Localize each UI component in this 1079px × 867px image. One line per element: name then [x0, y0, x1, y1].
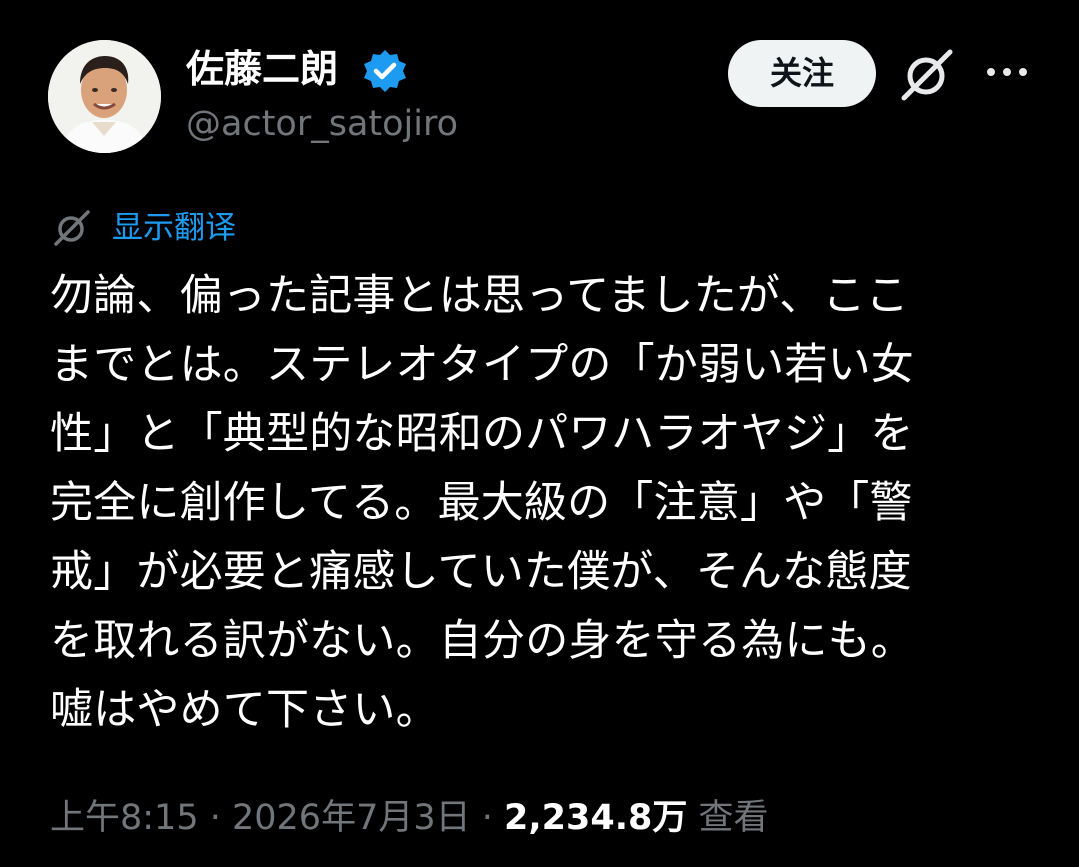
- grok-icon[interactable]: [898, 46, 956, 104]
- views-label: 查看: [698, 798, 769, 838]
- tweet-meta: 上午8:15 · 2026年7月3日 · 2,234.8万 查看: [50, 794, 769, 842]
- tweet-line: 性」と「典型的な昭和のパワハラオヤジ」を: [50, 409, 914, 459]
- tweet-line: までとは。ステレオタイプの「か弱い若い女: [50, 340, 914, 390]
- meta-separator: ·: [198, 798, 232, 838]
- avatar-photo: [48, 40, 161, 153]
- author-display-name[interactable]: 佐藤二朗: [186, 44, 338, 94]
- tweet-date[interactable]: 2026年7月3日: [232, 798, 471, 838]
- tweet-line: 勿論、偏った記事とは思ってましたが、ここ: [50, 271, 909, 321]
- show-translation-label[interactable]: 显示翻译: [112, 206, 236, 250]
- tweet-time[interactable]: 上午8:15: [50, 798, 199, 838]
- tweet-text: 勿論、偏った記事とは思ってましたが、ここ までとは。ステレオタイプの「か弱い若い…: [50, 262, 1040, 745]
- tweet-line: を取れる訳がない。自分の身を守る為にも。: [50, 616, 914, 666]
- verified-badge-icon: [364, 50, 406, 92]
- tweet-line: 戒」が必要と痛感していた僕が、そんな態度: [50, 547, 912, 597]
- follow-button[interactable]: 关注: [728, 40, 876, 107]
- views-count[interactable]: 2,234.8万: [504, 798, 687, 838]
- tweet-line: 完全に創作してる。最大級の「注意」や「警: [50, 478, 913, 528]
- author-handle[interactable]: @actor_satojiro: [186, 101, 458, 147]
- grok-icon: [54, 210, 90, 246]
- tweet-line: 嘘はやめて下さい。: [50, 685, 439, 735]
- avatar[interactable]: [48, 40, 161, 153]
- show-translation[interactable]: 显示翻译: [52, 206, 352, 250]
- more-dots-icon[interactable]: [986, 62, 1028, 82]
- meta-separator: ·: [470, 798, 504, 838]
